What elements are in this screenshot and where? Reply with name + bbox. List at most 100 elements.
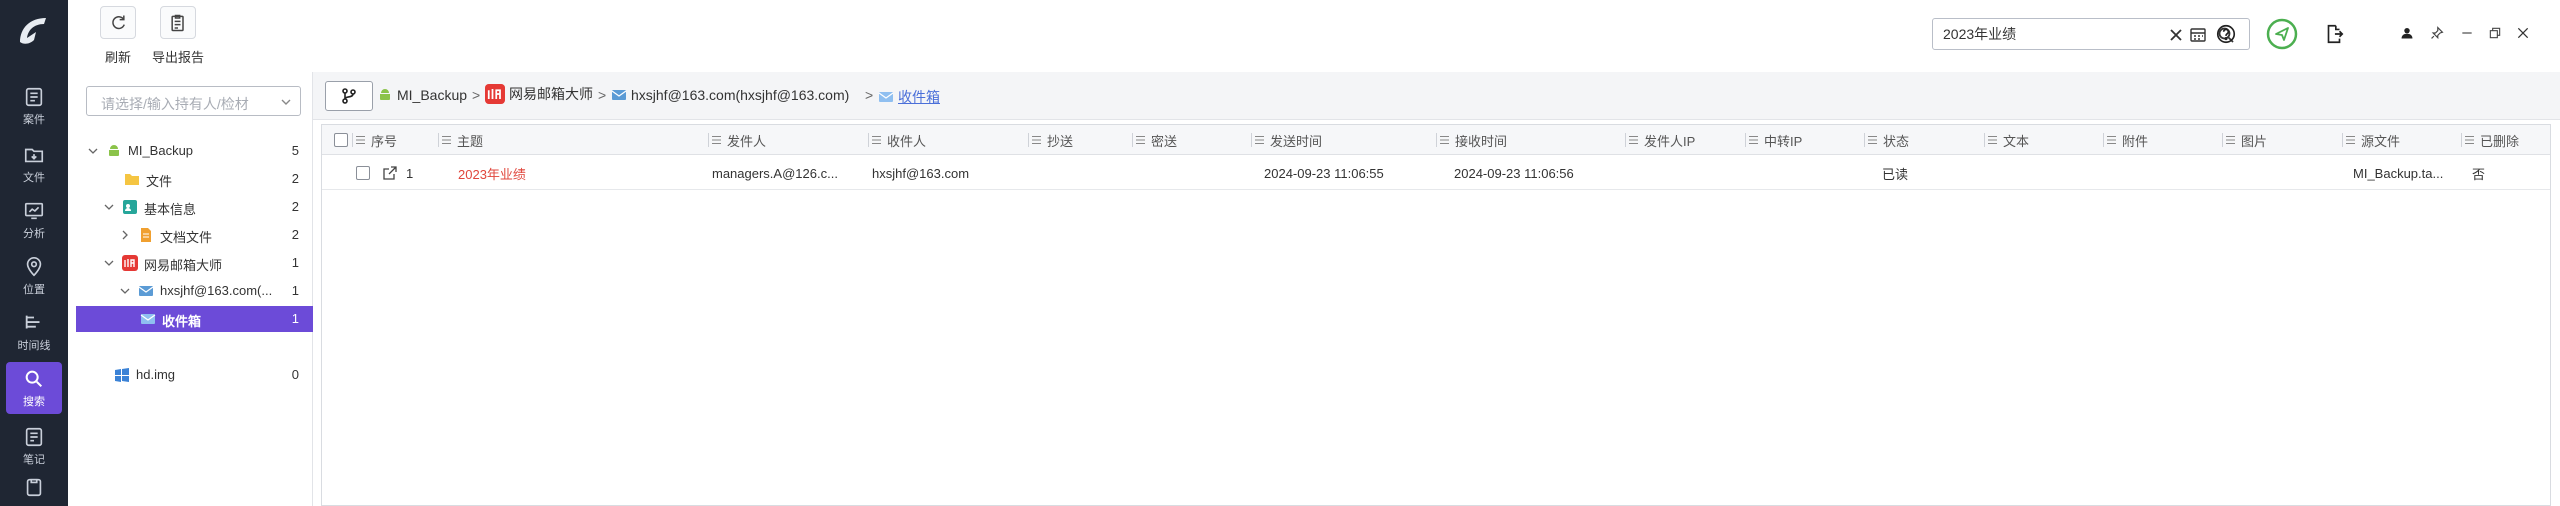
- column-header-sender[interactable]: 发件人: [712, 125, 766, 155]
- open-detail-icon[interactable]: [382, 156, 398, 190]
- rail-item-location[interactable]: 位置: [6, 250, 62, 302]
- column-divider[interactable]: [2461, 133, 2462, 147]
- rail-item-more[interactable]: [6, 476, 62, 506]
- user-button[interactable]: [2398, 24, 2416, 42]
- close-icon: [2517, 27, 2529, 39]
- rail-item-case[interactable]: 案件: [6, 80, 62, 132]
- android-icon: [380, 89, 390, 100]
- column-header-index[interactable]: 序号: [356, 125, 397, 155]
- column-divider[interactable]: [1436, 133, 1437, 147]
- table-row[interactable]: 1 2023年业绩 managers.A@126.c... hxsjhf@163…: [322, 156, 2550, 190]
- column-divider[interactable]: [2342, 133, 2343, 147]
- calendar-icon[interactable]: [2189, 26, 2207, 44]
- column-divider[interactable]: [1251, 133, 1252, 147]
- column-header-bcc[interactable]: 密送: [1136, 125, 1177, 155]
- restore-button[interactable]: [2486, 24, 2504, 42]
- inbox-icon: [140, 314, 156, 324]
- column-divider[interactable]: [1625, 133, 1626, 147]
- pin-button[interactable]: [2428, 24, 2446, 42]
- holder-select[interactable]: 请选择/输入持有人/检材: [86, 86, 301, 116]
- tree-node-label: hd.img: [136, 367, 176, 382]
- rail-item-timeline[interactable]: 时间线: [6, 306, 62, 358]
- rail-item-analysis[interactable]: 分析: [6, 194, 62, 246]
- column-divider[interactable]: [1984, 133, 1985, 147]
- tree-node-hd-img[interactable]: hd.img 0: [76, 362, 313, 388]
- tree-node-files[interactable]: 文件 2: [76, 166, 313, 192]
- tree-node-mail-account[interactable]: hxsjhf@163.com(... 1: [76, 278, 313, 304]
- help-icon: [2216, 24, 2236, 44]
- tree-node-documents[interactable]: 文档文件 2: [76, 222, 313, 248]
- cell-sender: managers.A@126.c...: [712, 165, 838, 181]
- send-icon: [2266, 18, 2298, 50]
- cell-source-file[interactable]: MI_Backup.ta...: [2353, 156, 2457, 190]
- column-header-text[interactable]: 文本: [1988, 125, 2029, 155]
- column-header-received-time[interactable]: 接收时间: [1440, 125, 1507, 155]
- breadcrumb-label: hxsjhf@163.com(hxsjhf@163.com): [631, 87, 850, 103]
- breadcrumb-item-mail-account[interactable]: hxsjhf@163.com(hxsjhf@163.com): [611, 87, 849, 103]
- minimize-button[interactable]: [2458, 24, 2476, 42]
- rail-label: 时间线: [17, 339, 51, 352]
- column-divider[interactable]: [1745, 133, 1746, 147]
- column-header-image[interactable]: 图片: [2226, 125, 2267, 155]
- row-checkbox[interactable]: [356, 156, 370, 190]
- column-divider[interactable]: [1132, 133, 1133, 147]
- tree-node-count: 1: [291, 283, 299, 298]
- breadcrumb: MI_Backup > 网易邮箱大师 > hxsjhf@163.com(hxsj…: [313, 72, 2560, 120]
- column-divider[interactable]: [352, 133, 353, 147]
- column-divider[interactable]: [2103, 133, 2104, 147]
- export-file-button[interactable]: [2320, 20, 2348, 48]
- clear-icon[interactable]: [2167, 26, 2185, 44]
- cell-deleted: 否: [2472, 166, 2486, 182]
- cell-subject[interactable]: 2023年业绩: [458, 156, 526, 190]
- refresh-button[interactable]: 刷新: [88, 6, 148, 66]
- export-report-button[interactable]: 导出报告: [148, 6, 208, 66]
- top-toolbar: 刷新 导出报告: [68, 0, 2560, 72]
- rail-item-search[interactable]: 搜索: [6, 362, 62, 414]
- breadcrumb-item-netease-mail[interactable]: 网易邮箱大师: [485, 84, 593, 104]
- column-divider[interactable]: [868, 133, 869, 147]
- column-divider[interactable]: [708, 133, 709, 147]
- select-all-checkbox[interactable]: [334, 125, 348, 155]
- chevron-down-icon[interactable]: [88, 146, 98, 156]
- column-divider[interactable]: [2222, 133, 2223, 147]
- column-header-deleted[interactable]: 已删除: [2465, 125, 2519, 155]
- tree-node-count: 0: [291, 367, 299, 382]
- column-header-recipient[interactable]: 收件人: [872, 125, 926, 155]
- tree-node-mi-backup[interactable]: MI_Backup 5: [76, 138, 313, 164]
- drag-handle-icon: [2346, 136, 2355, 144]
- tree-node-inbox[interactable]: 收件箱 1: [76, 306, 313, 332]
- column-divider[interactable]: [1028, 133, 1029, 147]
- search-box[interactable]: [1932, 18, 2250, 50]
- breadcrumb-item-inbox[interactable]: 收件箱: [878, 87, 940, 107]
- chevron-down-icon[interactable]: [104, 258, 114, 268]
- send-button[interactable]: [2266, 18, 2298, 50]
- close-button[interactable]: [2514, 24, 2532, 42]
- chevron-down-icon[interactable]: [120, 286, 130, 296]
- breadcrumb-label: 收件箱: [898, 89, 940, 105]
- tree-node-basic-info[interactable]: 基本信息 2: [76, 194, 313, 220]
- cell-status: 已读: [1882, 166, 1909, 182]
- rail-item-files[interactable]: 文件: [6, 138, 62, 190]
- column-header-sender-ip[interactable]: 发件人IP: [1629, 125, 1695, 155]
- column-header-subject[interactable]: 主题: [442, 125, 483, 155]
- branch-button[interactable]: [325, 81, 373, 111]
- chevron-down-icon[interactable]: [104, 202, 114, 212]
- chevron-right-icon[interactable]: [120, 230, 130, 240]
- rail-item-notes[interactable]: 笔记: [6, 420, 62, 472]
- table-header: 序号 主题 发件人 收件人 抄送 密送 发送时间 接收时间 发件人IP 中转IP…: [322, 125, 2550, 155]
- column-header-cc[interactable]: 抄送: [1032, 125, 1073, 155]
- breadcrumb-item-mi-backup[interactable]: MI_Backup: [377, 87, 467, 103]
- column-header-status[interactable]: 状态: [1868, 125, 1909, 155]
- nav-rail: 案件 文件 分析 位置 时间线 搜索 笔记: [0, 0, 68, 506]
- column-divider[interactable]: [1864, 133, 1865, 147]
- search-input[interactable]: [1943, 23, 2163, 45]
- column-header-relay-ip[interactable]: 中转IP: [1749, 125, 1802, 155]
- column-header-source-file[interactable]: 源文件: [2346, 125, 2400, 155]
- help-button[interactable]: [2212, 20, 2240, 48]
- column-divider[interactable]: [438, 133, 439, 147]
- search-icon: [25, 370, 43, 387]
- app-window: 案件 文件 分析 位置 时间线 搜索 笔记 刷新 导出报告 2023年业绩 请选…: [0, 0, 2560, 506]
- tree-node-netease-mail[interactable]: 网易邮箱大师 1: [76, 250, 313, 276]
- column-header-attachment[interactable]: 附件: [2107, 125, 2148, 155]
- column-header-sent-time[interactable]: 发送时间: [1255, 125, 1322, 155]
